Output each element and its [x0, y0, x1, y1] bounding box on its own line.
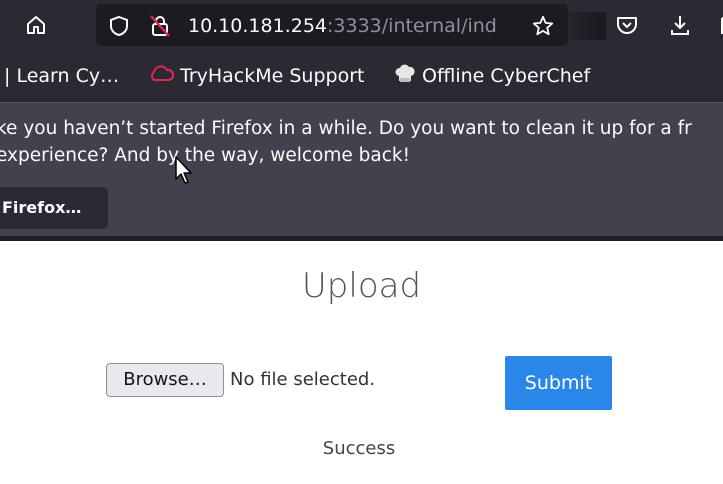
notification-divider: [0, 236, 723, 241]
url-fade: [556, 12, 606, 40]
refresh-notification-bar: ke you haven’t started Firefox in a whil…: [0, 102, 723, 238]
file-status-label: No file selected.: [230, 369, 376, 390]
downloads-icon[interactable]: [663, 8, 697, 42]
bookmark-label: | Learn Cy…: [4, 65, 120, 87]
refresh-firefox-button[interactable]: Firefox…: [0, 187, 108, 229]
bookmark-label: TryHackMe Support: [180, 65, 365, 87]
cloud-icon: [148, 64, 175, 91]
mouse-cursor-icon: [174, 155, 194, 189]
insecure-lock-icon[interactable]: [149, 15, 171, 37]
extensions-icon[interactable]: [708, 8, 723, 42]
bookmark-tryhackme-support[interactable]: TryHackMe Support: [148, 63, 364, 89]
notification-line-2: experience? And by the way, welcome back…: [0, 145, 411, 166]
shield-icon[interactable]: [108, 15, 130, 37]
browse-button[interactable]: Browse…: [106, 363, 224, 397]
home-icon[interactable]: [19, 8, 53, 42]
notification-message: ke you haven’t started Firefox in a whil…: [0, 115, 723, 169]
url-path: :3333/internal/ind: [327, 15, 497, 37]
browser-toolbar: 10.10.181.254:3333/internal/ind: [0, 0, 723, 50]
submit-button[interactable]: Submit: [505, 356, 612, 410]
bookmark-offline-cyberchef[interactable]: Offline CyberChef: [394, 63, 590, 89]
bookmarks-toolbar: | Learn Cy… TryHackMe Support Offline Cy…: [0, 50, 723, 102]
chef-hat-icon: [394, 64, 416, 91]
bookmark-star-icon[interactable]: [532, 15, 554, 37]
bookmark-learn-cyber[interactable]: | Learn Cy…: [4, 63, 119, 89]
page-title: Upload: [301, 266, 422, 306]
url-text[interactable]: 10.10.181.254:3333/internal/ind: [188, 13, 518, 39]
notification-line-1: ke you haven’t started Firefox in a whil…: [0, 118, 692, 139]
status-message: Success: [322, 438, 396, 459]
url-host: 10.10.181.254: [188, 15, 328, 37]
url-bar[interactable]: 10.10.181.254:3333/internal/ind: [96, 4, 606, 46]
pocket-icon[interactable]: [610, 8, 644, 42]
bookmark-label: Offline CyberChef: [422, 65, 591, 87]
